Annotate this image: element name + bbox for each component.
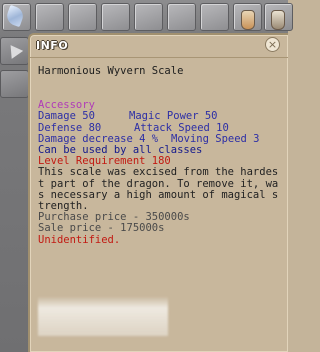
item-tooltip: INFO × Harmonious Wyvern Scale Accessory…	[28, 33, 288, 352]
item-description: This scale was excised from the hardest …	[38, 166, 279, 213]
stat-right: Magic Power 50	[129, 110, 218, 123]
tooltip-header: INFO ×	[30, 35, 288, 58]
arrow-icon	[4, 41, 24, 59]
inventory-slot[interactable]	[167, 3, 196, 31]
tooltip-body: Harmonious Wyvern Scale Accessory Damage…	[38, 65, 283, 246]
identification-status: Unidentified.	[38, 233, 121, 246]
inventory-slot[interactable]	[264, 3, 293, 31]
potion-icon	[241, 10, 255, 30]
inventory-slot[interactable]	[0, 70, 29, 98]
inventory-slot[interactable]	[200, 3, 229, 31]
faded-area	[38, 296, 168, 336]
inventory-slot[interactable]	[134, 3, 163, 31]
inventory-slot[interactable]	[101, 3, 130, 31]
inventory-slot[interactable]	[0, 37, 29, 65]
inventory-slot[interactable]	[2, 3, 31, 31]
item-name: Harmonious Wyvern Scale	[38, 65, 184, 77]
close-icon[interactable]: ×	[265, 37, 280, 52]
gem-icon	[4, 4, 26, 28]
inventory-slot[interactable]	[233, 3, 262, 31]
sale-price: Sale price - 175000s	[38, 222, 165, 235]
inventory-slot[interactable]	[68, 3, 97, 31]
stat-row: Damage 50 Magic Power 50	[38, 111, 283, 122]
stat-left: Damage 50	[38, 110, 95, 123]
potion-icon	[271, 10, 285, 30]
inventory-slot[interactable]	[35, 3, 64, 31]
tooltip-title: INFO	[36, 39, 69, 52]
